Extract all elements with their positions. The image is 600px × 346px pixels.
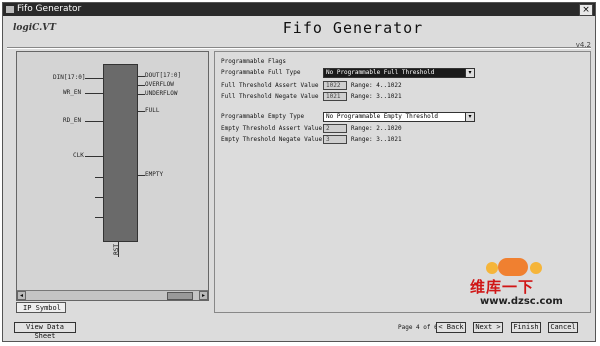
- pin-line: [137, 76, 145, 77]
- pin-line: [137, 85, 145, 86]
- full-type-value: No Programmable Full Threshold: [326, 69, 435, 76]
- full-type-select[interactable]: No Programmable Full Threshold ▾: [323, 68, 475, 78]
- page-title: Fifo Generator: [282, 19, 424, 37]
- watermark-url: www.dzsc.com: [480, 296, 563, 307]
- horizontal-scrollbar[interactable]: ◂ ▸: [17, 290, 208, 300]
- pin-wr-en: WR_EN: [63, 89, 82, 96]
- tab-ip-symbol[interactable]: IP Symbol: [16, 302, 66, 313]
- full-assert-range: Range: 4..1022: [351, 82, 402, 89]
- empty-assert-range: Range: 2..1020: [351, 125, 402, 132]
- pin-line: [95, 177, 103, 178]
- button-bar: View Data Sheet Page 4 of 6 < Back Next …: [3, 315, 595, 341]
- watermark-decoration: [530, 262, 542, 274]
- empty-assert-field[interactable]: 2: [323, 124, 347, 133]
- site-watermark: 维库一下 www.dzsc.com: [458, 258, 578, 314]
- full-type-label: Programmable Full Type: [221, 69, 301, 76]
- pin-line: [137, 111, 145, 112]
- window-title: Fifo Generator: [17, 4, 82, 14]
- empty-negate-label: Empty Threshold Negate Value: [221, 136, 323, 143]
- full-assert-label: Full Threshold Assert Value: [221, 82, 319, 89]
- full-negate-range: Range: 3..1021: [351, 93, 402, 100]
- pin-underflow: UNDERFLOW: [145, 90, 178, 97]
- finish-button[interactable]: Finish: [511, 322, 541, 333]
- pin-din: DIN[17:0]: [53, 74, 86, 81]
- pin-line: [85, 156, 103, 157]
- watermark-chinese-text: 维库一下: [470, 278, 535, 296]
- full-assert-field[interactable]: 1022: [323, 81, 347, 90]
- empty-negate-range: Range: 3..1021: [351, 136, 402, 143]
- ip-symbol-pane: DIN[17:0] WR_EN RD_EN CLK DOUT[17:0] OVE…: [16, 51, 209, 301]
- pin-empty: EMPTY: [145, 171, 164, 178]
- empty-type-value: No Programmable Empty Threshold: [326, 113, 438, 120]
- close-button[interactable]: ×: [579, 4, 593, 16]
- cancel-button[interactable]: Cancel: [548, 322, 578, 333]
- pin-rst: RST: [113, 244, 120, 255]
- next-button[interactable]: Next >: [473, 322, 503, 333]
- full-negate-label: Full Threshold Negate Value: [221, 93, 319, 100]
- fifo-symbol-block: [103, 64, 138, 242]
- back-button[interactable]: < Back: [436, 322, 466, 333]
- pin-line: [95, 197, 103, 198]
- pin-line: [85, 78, 103, 79]
- full-negate-field[interactable]: 1021: [323, 92, 347, 101]
- pin-full: FULL: [145, 107, 160, 114]
- chevron-down-icon[interactable]: ▾: [465, 113, 474, 121]
- pin-dout: DOUT[17:0]: [145, 72, 182, 79]
- app-icon: [6, 6, 14, 13]
- chevron-down-icon[interactable]: ▾: [465, 69, 474, 77]
- pin-clk: CLK: [73, 152, 84, 159]
- header-divider: [7, 47, 591, 49]
- group-title: Programmable Flags: [221, 58, 287, 65]
- pin-line: [85, 93, 103, 94]
- scroll-left-icon[interactable]: ◂: [17, 291, 26, 300]
- page-indicator: Page 4 of 6: [398, 324, 438, 331]
- pin-line: [137, 175, 145, 176]
- watermark-decoration: [498, 258, 528, 276]
- empty-negate-field[interactable]: 3: [323, 135, 347, 144]
- empty-assert-label: Empty Threshold Assert Value: [221, 125, 323, 132]
- pin-rd-en: RD_EN: [63, 117, 82, 124]
- pin-line: [137, 94, 145, 95]
- scroll-right-icon[interactable]: ▸: [199, 291, 208, 300]
- title-bar: Fifo Generator ×: [3, 3, 595, 16]
- pin-overflow: OVERFLOW: [145, 81, 174, 88]
- watermark-decoration: [486, 262, 498, 274]
- view-data-sheet-button[interactable]: View Data Sheet: [14, 322, 76, 340]
- empty-type-select[interactable]: No Programmable Empty Threshold ▾: [323, 112, 475, 122]
- pin-line: [85, 121, 103, 122]
- empty-type-label: Programmable Empty Type: [221, 113, 305, 120]
- fifo-generator-window: Fifo Generator × logiC.VT Fifo Generator…: [2, 2, 596, 342]
- logicore-logo: logiC.VT: [13, 23, 56, 33]
- pin-line: [95, 217, 103, 218]
- scroll-thumb[interactable]: [167, 292, 193, 300]
